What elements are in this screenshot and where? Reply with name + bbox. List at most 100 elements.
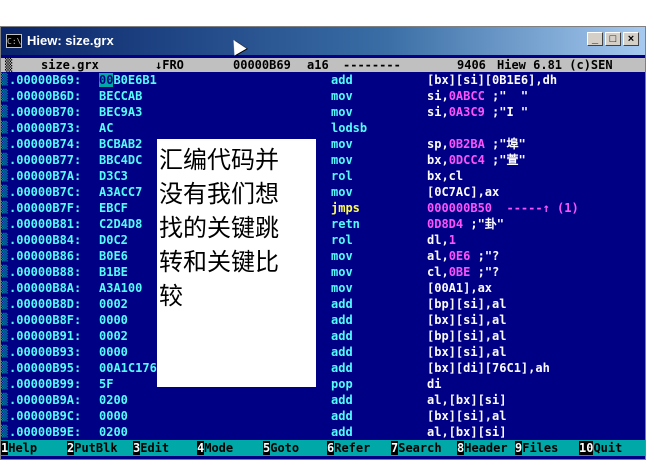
maximize-button[interactable]: □ bbox=[605, 32, 621, 46]
row-hex-bytes: 00B0E6B1 bbox=[99, 72, 157, 88]
row-address: .00000B99: bbox=[9, 377, 82, 391]
row-address: .00000B88: bbox=[9, 265, 82, 279]
file-name: size.grx bbox=[41, 58, 99, 72]
file-icon: ▒ bbox=[5, 58, 13, 72]
row-address: .00000B77: bbox=[9, 153, 82, 167]
fkey-refer-button[interactable]: 6Refer bbox=[327, 440, 370, 456]
operand-part: [bx][di][76C1],ah bbox=[427, 361, 550, 375]
operand-part: [bp][si],al bbox=[427, 297, 507, 311]
row-hex-bytes: A3ACC7 bbox=[99, 185, 143, 199]
minimize-button[interactable]: _ bbox=[587, 32, 603, 46]
fkey-goto-button[interactable]: 5Goto bbox=[263, 440, 299, 456]
row-address: .00000B9E: bbox=[9, 425, 82, 439]
fkey-help-button[interactable]: 1Help bbox=[1, 440, 37, 456]
disasm-row[interactable]: ▒ .00000B7C: A3ACC7 mov [0C7AC],ax bbox=[1, 184, 645, 200]
row-address: .00000B93: bbox=[9, 345, 82, 359]
disasm-row[interactable]: ▒ .00000B88: B1BE mov cl,0BE ;"? bbox=[1, 264, 645, 280]
operand-part: [0C7AC],ax bbox=[427, 185, 500, 199]
row-mnemonic: add bbox=[331, 329, 353, 343]
row-operands: 0D8D4 ;"卦" bbox=[427, 216, 504, 232]
row-hex-bytes: 0200 bbox=[99, 425, 128, 439]
operand-part: 0ABCC bbox=[448, 89, 485, 103]
disasm-row[interactable]: ▒ .00000B8F: 0000 add [bx][si],al bbox=[1, 312, 645, 328]
disasm-row[interactable]: ▒ .00000B69: 00B0E6B1 add [bx][si][0B1E6],dh bbox=[1, 72, 645, 88]
hiew-window: C:\ Hiew: size.grx _ □ × ▒ size.grx ↓FRO… bbox=[0, 26, 646, 460]
row-address: .00000B81: bbox=[9, 217, 82, 231]
operand-part: [bx][si],al bbox=[427, 345, 507, 359]
fkey-header-button[interactable]: 8Header bbox=[457, 440, 508, 456]
disasm-row[interactable]: ▒ .00000B93: 0000 add [bx][si],al bbox=[1, 344, 645, 360]
fkey-mode-button[interactable]: 4Mode bbox=[197, 440, 233, 456]
row-mnemonic: mov bbox=[331, 249, 353, 263]
close-button[interactable]: × bbox=[623, 32, 639, 46]
disasm-row[interactable]: ▒ .00000B86: B0E6 mov al,0E6 ;"? bbox=[1, 248, 645, 264]
operand-part: [bp][si],al bbox=[427, 329, 507, 343]
fkey-number: 10 bbox=[579, 441, 594, 455]
disasm-row[interactable]: ▒ .00000B84: D0C2 rol dl,1 bbox=[1, 232, 645, 248]
row-operands: sp,0B2BA ;"埠" bbox=[427, 136, 526, 152]
fkey-files-button[interactable]: 9Files bbox=[515, 440, 558, 456]
row-gutter-icon: ▒ bbox=[1, 73, 8, 86]
row-hex-bytes: 00A1C176 bbox=[99, 361, 157, 375]
overlay-text-line: 汇编代码并 bbox=[159, 146, 279, 174]
console-icon[interactable]: C:\ bbox=[6, 34, 22, 48]
row-mnemonic: mov bbox=[331, 281, 353, 295]
disasm-row[interactable]: ▒ .00000B8A: A3A100 mov [00A1],ax bbox=[1, 280, 645, 296]
row-address: .00000B7F: bbox=[9, 201, 82, 215]
row-gutter-icon: ▒ bbox=[1, 345, 8, 358]
row-address: .00000B73: bbox=[9, 121, 82, 135]
row-gutter-icon: ▒ bbox=[1, 233, 8, 246]
operand-part: ;"卦" bbox=[463, 217, 505, 231]
disasm-row[interactable]: ▒ .00000B95: 00A1C176 add [bx][di][76C1],ah bbox=[1, 360, 645, 376]
row-gutter-icon: ▒ bbox=[1, 169, 8, 182]
row-mnemonic: add bbox=[331, 361, 353, 375]
operand-part: ;"埠" bbox=[484, 137, 526, 151]
row-operands: [bx][si],al bbox=[427, 344, 506, 360]
operand-part: ;"? bbox=[470, 265, 500, 279]
row-gutter-icon: ▒ bbox=[1, 249, 8, 262]
row-gutter-icon: ▒ bbox=[1, 105, 8, 118]
disasm-row[interactable]: ▒ .00000B8D: 0002 add [bp][si],al bbox=[1, 296, 645, 312]
row-operands: dl,1 bbox=[427, 232, 456, 248]
row-hex-bytes: 0200 bbox=[99, 393, 128, 407]
row-operands: [bx][si][0B1E6],dh bbox=[427, 72, 557, 88]
disasm-row[interactable]: ▒ .00000B7A: D3C3 rol bx,cl bbox=[1, 168, 645, 184]
overlay-text-line: 找的关键跳 bbox=[159, 214, 279, 242]
title-bar[interactable]: C:\ Hiew: size.grx _ □ × bbox=[1, 27, 645, 55]
operand-part: di bbox=[427, 377, 442, 391]
fkey-putblk-button[interactable]: 2PutBlk bbox=[67, 440, 118, 456]
row-gutter-icon: ▒ bbox=[1, 265, 8, 278]
operand-part: [bx][si],al bbox=[427, 409, 507, 423]
disasm-row[interactable]: ▒ .00000B70: BEC9A3 mov si,0A3C9 ;"Ι " bbox=[1, 104, 645, 120]
row-operands: di bbox=[427, 376, 441, 392]
status-dashes: -------- bbox=[343, 58, 401, 72]
fkey-edit-button[interactable]: 3Edit bbox=[133, 440, 169, 456]
disasm-row[interactable]: ▒ .00000B73: AC lodsb bbox=[1, 120, 645, 136]
disasm-row[interactable]: ▒ .00000B91: 0002 add [bp][si],al bbox=[1, 328, 645, 344]
operand-part: si, bbox=[427, 105, 449, 119]
row-operands: [bx][si],al bbox=[427, 408, 506, 424]
row-hex-bytes: 0002 bbox=[99, 297, 128, 311]
row-address: .00000B7C: bbox=[9, 185, 82, 199]
disasm-row[interactable]: ▒ .00000B99: 5F pop di bbox=[1, 376, 645, 392]
row-hex-bytes: 0000 bbox=[99, 409, 128, 423]
fkey-label: Goto bbox=[270, 441, 300, 455]
disasm-row[interactable]: ▒ .00000B6D: BECCAB mov si,0ABCC ;" " bbox=[1, 88, 645, 104]
cursor-byte[interactable]: 00 bbox=[99, 73, 114, 87]
disassembly-view[interactable]: ▒ .00000B69: 00B0E6B1 add [bx][si][0B1E6],dh… bbox=[1, 72, 645, 440]
disasm-row[interactable]: ▒ .00000B9A: 0200 add al,[bx][si] bbox=[1, 392, 645, 408]
disasm-row[interactable]: ▒ .00000B77: BBC4DC mov bx,0DCC4 ;"萱" bbox=[1, 152, 645, 168]
annotation-overlay: 汇编代码并 没有我们想 找的关键跳 转和关键比较 bbox=[157, 139, 316, 387]
fkey-label: Help bbox=[8, 441, 38, 455]
fkey-quit-button[interactable]: 10Quit bbox=[579, 440, 622, 456]
disasm-row[interactable]: ▒ .00000B9E: 0200 add al,[bx][si] bbox=[1, 424, 645, 440]
row-mnemonic: mov bbox=[331, 137, 353, 151]
disasm-row[interactable]: ▒ .00000B81: C2D4D8 retn 0D8D4 ;"卦" bbox=[1, 216, 645, 232]
disasm-row[interactable]: ▒ .00000B9C: 0000 add [bx][si],al bbox=[1, 408, 645, 424]
bitness: a16 bbox=[307, 58, 329, 72]
disasm-row[interactable]: ▒ .00000B74: BCBAB2 mov sp,0B2BA ;"埠" bbox=[1, 136, 645, 152]
fkey-search-button[interactable]: 7Search bbox=[391, 440, 442, 456]
row-address: .00000B95: bbox=[9, 361, 82, 375]
disasm-row[interactable]: ▒ .00000B7F: EBCF jmps 000000B50 -----↑ (1) bbox=[1, 200, 645, 216]
window-title: Hiew: size.grx bbox=[27, 33, 114, 48]
